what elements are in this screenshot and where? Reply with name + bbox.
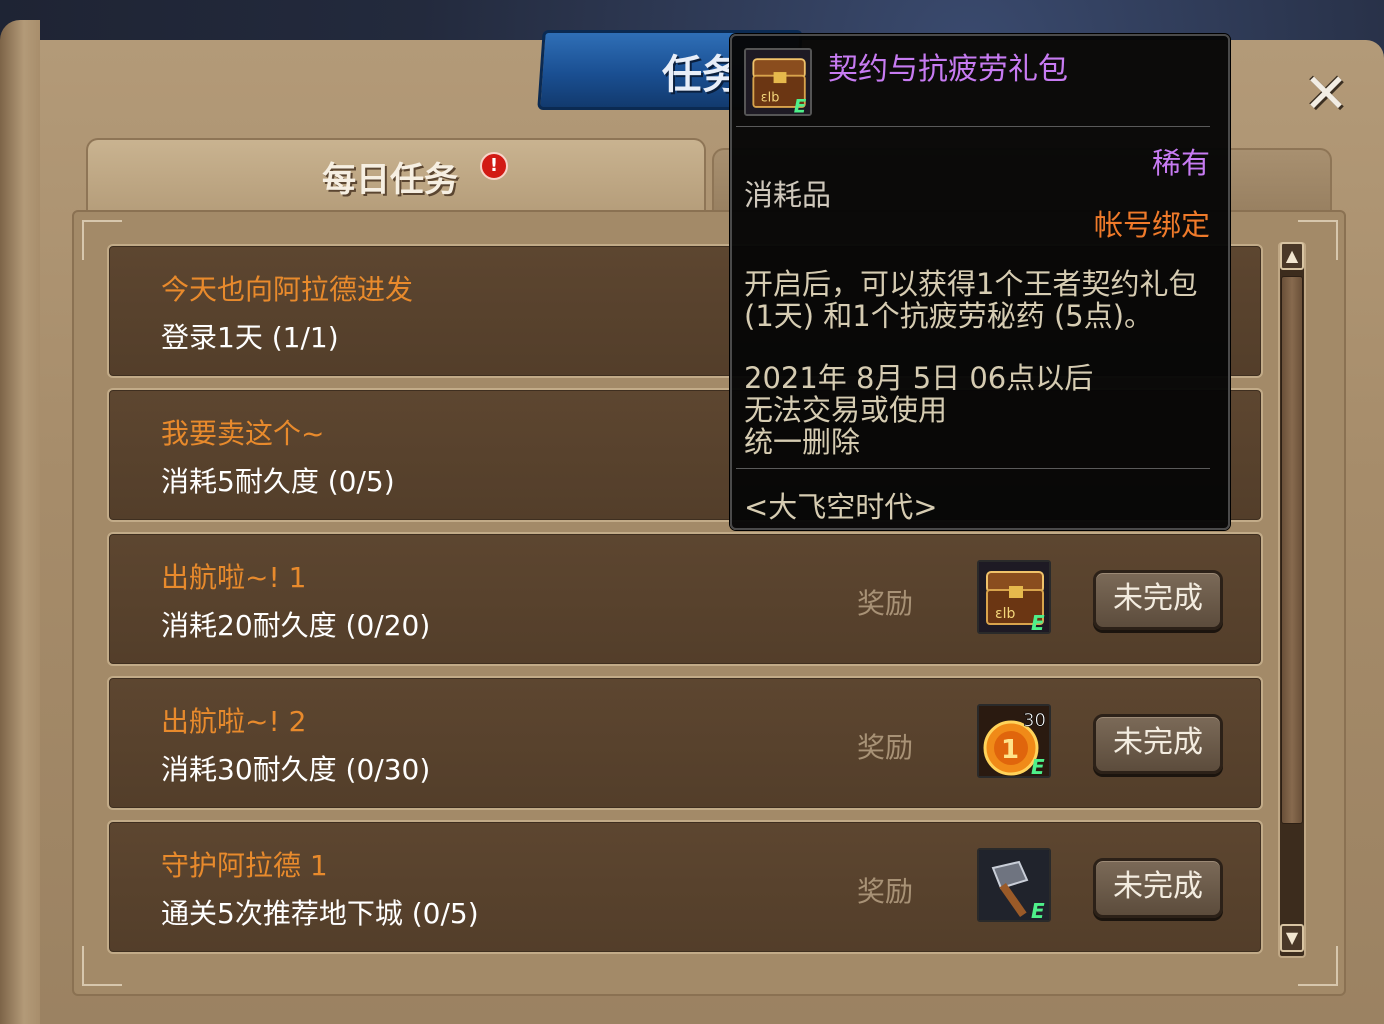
contract-gift-box-icon: εlb E (744, 48, 812, 116)
tooltip-description-line: 开启后，可以获得1个王者契约礼包 (744, 267, 1198, 301)
task-title: 守护阿拉德 1 (161, 849, 328, 882)
task-title: 出航啦~! 2 (161, 705, 307, 738)
reward-quantity: 30 (1023, 710, 1046, 731)
tooltip-rarity: 稀有 (1152, 146, 1211, 180)
tooltip-expiry-line: 统一删除 (744, 425, 861, 459)
task-row[interactable]: 守护阿拉德 1 通关5次推荐地下城 (0/5) 奖励 E 未完成 (107, 820, 1263, 954)
grade-mark: E (794, 96, 807, 116)
scrollbar-thumb[interactable] (1281, 276, 1303, 824)
task-progress: 消耗20耐久度 (0/20) (161, 609, 431, 642)
tooltip-item-name: 契约与抗疲劳礼包 (828, 52, 1068, 87)
tooltip-divider (736, 468, 1210, 469)
tooltip-expiry-line: 2021年 8月 5日 06点以后 (744, 361, 1094, 395)
task-title: 我要卖这个~ (161, 417, 325, 450)
window-title: 任务 (662, 52, 730, 98)
svg-text:1: 1 (1001, 735, 1019, 765)
task-progress: 登录1天 (1/1) (161, 321, 339, 354)
status-button[interactable]: 未完成 (1093, 714, 1223, 774)
task-title: 出航啦~! 1 (161, 561, 307, 594)
svg-text:εlb: εlb (761, 90, 780, 105)
tooltip-expiry-line: 无法交易或使用 (744, 393, 948, 427)
task-progress: 消耗30耐久度 (0/30) (161, 753, 431, 786)
scroll-down-arrow-icon[interactable]: ▼ (1280, 924, 1304, 952)
grade-mark: E (1031, 611, 1045, 634)
close-button[interactable]: ✕ (1300, 67, 1352, 121)
grade-mark: E (1031, 899, 1045, 922)
task-progress: 通关5次推荐地下城 (0/5) (161, 897, 479, 930)
reward-label: 奖励 (857, 875, 914, 908)
task-title: 今天也向阿拉德进发 (161, 273, 414, 306)
contract-gift-box-icon[interactable]: εlb E (977, 560, 1051, 634)
hammer-icon[interactable]: E (977, 848, 1051, 922)
task-progress: 消耗5耐久度 (0/5) (161, 465, 395, 498)
reward-label: 奖励 (857, 587, 914, 620)
scroll-up-arrow-icon[interactable]: ▲ (1280, 242, 1304, 270)
gold-coin-icon[interactable]: 1 30 E (977, 704, 1051, 778)
scroll-edge (0, 20, 40, 1024)
tab-daily-tasks-label: 每日任务 (322, 160, 458, 200)
task-row[interactable]: 出航啦~! 2 消耗30耐久度 (0/30) 奖励 1 30 E 未完成 (107, 676, 1263, 810)
status-button[interactable]: 未完成 (1093, 570, 1223, 630)
tooltip-binding: 帐号绑定 (1094, 208, 1211, 242)
reward-label: 奖励 (857, 731, 914, 764)
tooltip-source: <大飞空时代> (744, 490, 938, 524)
status-button[interactable]: 未完成 (1093, 858, 1223, 918)
task-row[interactable]: 出航啦~! 1 消耗20耐久度 (0/20) 奖励 εlb E 未完成 (107, 532, 1263, 666)
tooltip-description-line: (1天) 和1个抗疲劳秘药 (5点)。 (744, 299, 1154, 333)
tooltip-divider (736, 126, 1210, 127)
grade-mark: E (1031, 755, 1045, 778)
alert-icon: ! (480, 152, 508, 180)
tooltip-item-type: 消耗品 (744, 178, 832, 212)
svg-text:εlb: εlb (995, 606, 1015, 622)
